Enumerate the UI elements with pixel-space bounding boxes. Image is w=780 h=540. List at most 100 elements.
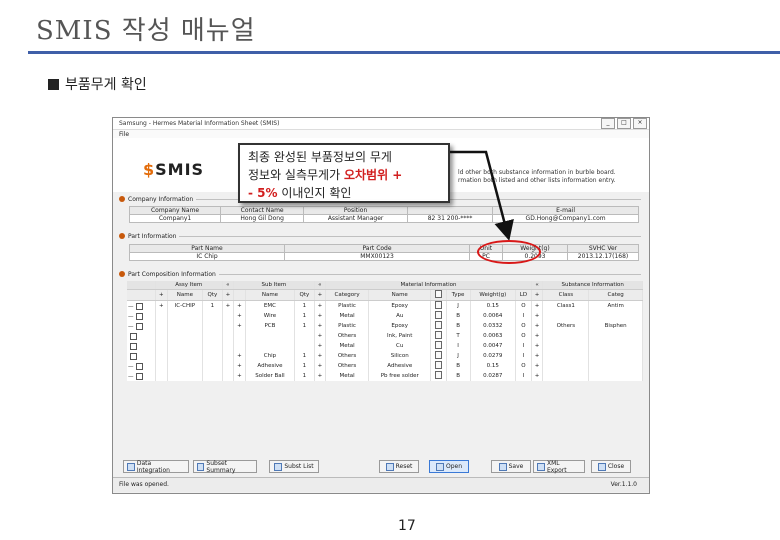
col-category: Category [325, 289, 369, 301]
window-titlebar: Samsung - Hermes Material Information Sh… [113, 118, 649, 130]
collapse-icon [119, 271, 125, 277]
checkbox[interactable] [130, 352, 137, 360]
callout-box: 최종 완성된 부품정보의 무게 정보와 실측무게가 오차범위 + - 5% 이내… [238, 143, 450, 203]
data-integration-button[interactable]: Data Integration [123, 460, 189, 474]
composition-table: Assy Item « Sub Item « Material Informat… [127, 281, 643, 381]
maximize-button[interactable]: □ [617, 118, 631, 129]
window-title: Samsung - Hermes Material Information Sh… [119, 120, 280, 127]
table-row[interactable]: — + Solder Ball 1 + Metal Pb free solder B 0.… [127, 371, 643, 381]
bullet-heading: 부품무게 확인 [48, 74, 147, 94]
col-position: Position [303, 206, 408, 215]
table-row[interactable]: — + PCB 1 + Plastic Epoxy B 0.0332 O + Others Bi… [127, 321, 643, 331]
status-bar: File was opened. Ver.1.1.0 [113, 477, 649, 492]
table-row[interactable]: + Metal Cu I 0.0047 I + [127, 341, 643, 351]
subset-summary-button[interactable]: Subset Summary [193, 460, 257, 474]
svhc-ver-field[interactable]: 2013.12.17(168) [567, 252, 639, 261]
reset-button[interactable]: Reset [379, 460, 419, 473]
col-part-name: Part Name [129, 244, 285, 253]
col-company-name: Company Name [128, 206, 222, 215]
group-assy-item: Assy Item [155, 281, 223, 290]
col-email: E-mail [492, 206, 639, 215]
composition-section-header[interactable]: Part Composition Information [119, 270, 641, 278]
save-button[interactable]: Save [491, 460, 531, 473]
close-window-button[interactable]: × [633, 118, 647, 129]
col-ld: LD [515, 289, 532, 301]
col-weight-g: Weight(g) [470, 289, 517, 301]
col-contact-name: Contact Name [220, 206, 305, 215]
collapse-sub-icon[interactable]: « [314, 281, 327, 290]
col-assy-qty: Qty [202, 289, 223, 301]
data-integration-icon [127, 462, 135, 471]
checkbox[interactable] [135, 302, 143, 310]
email-field[interactable]: GD.Hong@Company1.com [492, 214, 639, 223]
checkbox[interactable] [135, 312, 143, 320]
collapse-icon [119, 233, 125, 239]
company-table: Company Name Contact Name Position E-mai… [128, 206, 639, 223]
button-bar: Data Integration Subset Summary Subst Li… [113, 457, 649, 477]
bullet-text: 부품무게 확인 [65, 77, 147, 93]
checkbox[interactable] [130, 332, 137, 340]
open-icon [435, 462, 444, 471]
position-field[interactable]: Assistant Manager [303, 214, 408, 223]
table-row[interactable]: — + IC-CHIP 1 + + EMC 1 + Plastic Epoxy J 0.15 O … [127, 300, 643, 311]
col-svhc-ver: SVHC Ver [567, 244, 639, 253]
checkbox[interactable] [135, 372, 143, 380]
col-sub-name: Name [245, 289, 296, 301]
reset-icon [385, 462, 394, 471]
summary-icon [197, 462, 205, 471]
table-row[interactable]: — + Adhesive 1 + Others Adhesive B 0.15 O + [127, 361, 643, 371]
smis-logo: $SMIS [143, 160, 205, 179]
col-type: Type [446, 289, 471, 301]
slide-title: SMIS 작성 매뉴얼 [36, 16, 256, 46]
col-material-name: Name [368, 289, 432, 301]
group-substance-info: Substance Information [542, 281, 643, 290]
close-icon [597, 462, 606, 471]
part-section-header[interactable]: Part Information [119, 232, 641, 240]
phone-field[interactable]: 82 31 200-**** [406, 214, 494, 223]
callout-line-2: 정보와 실측무게가 오차범위 + [248, 168, 403, 182]
save-icon [498, 462, 507, 471]
minimize-button[interactable]: _ [601, 118, 615, 129]
part-table: Part Name Part Code Unit Weight(g) SVHC … [129, 244, 639, 261]
weight-highlight-ellipse [477, 240, 541, 264]
col-sub-qty: Qty [294, 289, 315, 301]
table-row[interactable]: + Chip 1 + Others Silicon J 0.0279 I + [127, 351, 643, 361]
title-rule [28, 51, 780, 54]
checkbox[interactable] [135, 362, 143, 370]
callout-line-3: - 5% 이내인지 확인 [248, 186, 352, 200]
col-assy-name: Name [167, 289, 204, 301]
collapse-material-icon[interactable]: « [531, 281, 544, 290]
status-message: File was opened. [119, 481, 169, 488]
menu-file[interactable]: File [119, 131, 129, 138]
company-section-label: Company Information [128, 195, 194, 203]
checkbox[interactable] [135, 322, 143, 330]
checkbox[interactable] [130, 342, 137, 350]
close-button[interactable]: Close [591, 460, 631, 473]
group-sub-item: Sub Item [233, 281, 315, 290]
subst-list-button[interactable]: Subst List [269, 460, 319, 473]
doc-icon [430, 289, 447, 301]
xml-icon [537, 462, 545, 471]
collapse-icon [119, 196, 125, 202]
collapse-assy-icon[interactable]: « [222, 281, 235, 290]
part-code-field[interactable]: MMX00123 [284, 252, 470, 261]
app-description: ld other both substance information in b… [458, 169, 616, 184]
part-section-label: Part Information [128, 232, 177, 240]
bullet-square-icon [48, 78, 59, 90]
page-number: 17 [398, 518, 416, 534]
callout-line-1: 최종 완성된 부품정보의 무게 [248, 150, 392, 164]
group-material-info: Material Information [325, 281, 532, 290]
table-row[interactable]: — + Wire 1 + Metal Au B 0.0064 I + [127, 311, 643, 321]
part-name-field[interactable]: IC Chip [129, 252, 285, 261]
table-row[interactable]: + Others Ink, Paint T 0.0063 O + [127, 331, 643, 341]
composition-section-label: Part Composition Information [128, 270, 216, 278]
open-button[interactable]: Open [429, 460, 469, 473]
contact-name-field[interactable]: Hong Gil Dong [220, 214, 305, 223]
col-class: Class [542, 289, 590, 301]
col-phone [406, 206, 494, 215]
company-name-field[interactable]: Company1 [128, 214, 222, 223]
list-icon [274, 462, 283, 471]
col-categ: Categ [588, 289, 643, 301]
version-label: Ver.1.1.0 [610, 481, 637, 488]
xml-export-button[interactable]: XML Export [533, 460, 585, 474]
